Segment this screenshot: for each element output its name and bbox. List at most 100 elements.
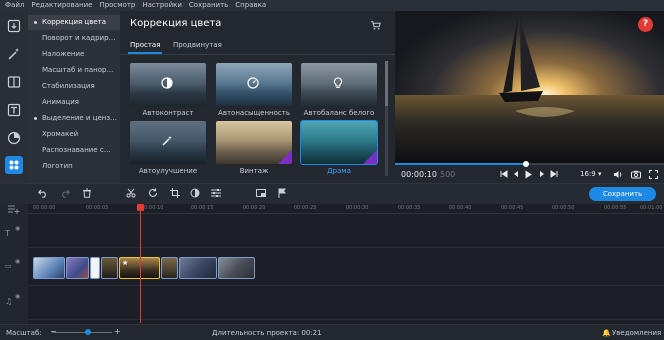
magic-wand-icon bbox=[162, 136, 172, 146]
playback-knob[interactable] bbox=[523, 161, 529, 167]
ruler-tick: 00:01:00 bbox=[640, 205, 663, 211]
save-button[interactable]: Сохранить bbox=[589, 187, 656, 201]
menu-settings[interactable]: Настройки bbox=[142, 0, 182, 11]
menu-edit[interactable]: Редактирование bbox=[31, 0, 92, 11]
prev-frame-icon[interactable] bbox=[512, 170, 520, 178]
skip-end-icon[interactable] bbox=[550, 170, 558, 178]
ruler-tick: 00:00:40 bbox=[449, 205, 472, 211]
notifications-link[interactable]: Уведомления bbox=[612, 329, 661, 337]
tools-list: Коррекция цвета Поворот и кадрир… Наложе… bbox=[28, 11, 147, 183]
cart-icon[interactable] bbox=[371, 21, 381, 30]
rotate-icon[interactable] bbox=[148, 188, 158, 198]
timeline-clip[interactable] bbox=[161, 257, 178, 279]
tab-advanced[interactable]: Продвинутая bbox=[173, 41, 222, 49]
crop-icon[interactable] bbox=[170, 188, 180, 198]
filters-grid-icon[interactable] bbox=[5, 156, 23, 174]
tool-logo[interactable]: Логотип bbox=[28, 159, 120, 174]
timeline-clip[interactable] bbox=[179, 257, 217, 279]
preset-autoenhance[interactable] bbox=[130, 121, 206, 164]
new-dot bbox=[34, 117, 37, 120]
preset-label: Винтаж bbox=[239, 167, 269, 175]
menu-help[interactable]: Справка bbox=[235, 0, 266, 11]
timeline-clip[interactable] bbox=[33, 257, 65, 279]
premium-badge bbox=[278, 150, 292, 164]
tool-rotate-crop[interactable]: Поворот и кадрир… bbox=[28, 31, 120, 46]
ruler-tick: 00:00:15 bbox=[191, 205, 214, 211]
audio-volume-icon[interactable]: ◉ bbox=[15, 293, 20, 300]
current-frames: 500 bbox=[440, 170, 456, 179]
new-dot bbox=[34, 21, 37, 24]
presets-scrollbar[interactable] bbox=[385, 61, 388, 176]
clock-icon[interactable] bbox=[5, 129, 23, 147]
edit-toolbar bbox=[0, 183, 664, 204]
preset-autosaturation[interactable] bbox=[216, 63, 292, 106]
preset-vintage[interactable] bbox=[216, 121, 292, 164]
color-correction-panel: Коррекция цвета Простая Продвинутая Авто… bbox=[120, 11, 395, 183]
menu-view[interactable]: Просмотр bbox=[99, 0, 135, 11]
preset-autowhitebalance[interactable] bbox=[301, 63, 377, 106]
scissors-icon[interactable] bbox=[126, 188, 136, 198]
text-track[interactable] bbox=[28, 222, 664, 248]
video-track-icon: ▭ bbox=[5, 262, 12, 270]
timeline-clip[interactable] bbox=[90, 257, 100, 279]
trash-icon[interactable] bbox=[82, 188, 92, 198]
playhead[interactable] bbox=[140, 205, 141, 323]
undo-icon[interactable] bbox=[38, 188, 48, 198]
text-track-icon: T bbox=[5, 229, 10, 238]
help-button[interactable]: ? bbox=[638, 17, 653, 32]
tool-overlay[interactable]: Наложение bbox=[28, 47, 120, 62]
video-preview[interactable] bbox=[395, 11, 664, 163]
split-icon[interactable] bbox=[5, 73, 23, 91]
ruler-tick: 00:00:20 bbox=[243, 205, 266, 211]
visibility-icon[interactable]: ◉ bbox=[15, 258, 20, 265]
zoom-slider[interactable] bbox=[52, 332, 112, 333]
audio-track[interactable] bbox=[28, 290, 664, 320]
import-icon[interactable] bbox=[5, 17, 23, 35]
fullscreen-icon[interactable] bbox=[649, 170, 658, 179]
redo-icon[interactable] bbox=[60, 188, 70, 198]
next-frame-icon[interactable] bbox=[538, 170, 546, 178]
tool-chroma-key[interactable]: Хромакей bbox=[28, 127, 120, 142]
tool-animation[interactable]: Анимация bbox=[28, 95, 120, 110]
tool-recognition[interactable]: Распознавание с… bbox=[28, 143, 120, 158]
ruler-tick: 00:00:30 bbox=[346, 205, 369, 211]
equalizer-icon[interactable] bbox=[211, 188, 221, 198]
tool-color-correction[interactable]: Коррекция цвета bbox=[28, 15, 120, 30]
preset-label: Драма bbox=[327, 167, 351, 175]
tool-stabilization[interactable]: Стабилизация bbox=[28, 79, 120, 94]
tool-highlight-censor[interactable]: Выделение и ценз… bbox=[28, 111, 120, 126]
timeline-clip[interactable] bbox=[101, 257, 118, 279]
preset-label: Автобаланс белого bbox=[303, 109, 375, 117]
play-icon[interactable] bbox=[524, 170, 533, 179]
saturation-icon bbox=[247, 77, 259, 89]
zoom-in-icon[interactable]: + bbox=[114, 327, 121, 336]
zoom-slider-knob[interactable] bbox=[85, 329, 91, 335]
bell-icon[interactable]: 🔔 bbox=[602, 329, 611, 337]
skip-start-icon[interactable] bbox=[500, 170, 508, 178]
menu-file[interactable]: Файл bbox=[5, 0, 24, 11]
tool-zoom-pan[interactable]: Масштаб и панор… bbox=[28, 63, 120, 78]
preset-autocontrast[interactable] bbox=[130, 63, 206, 106]
tab-simple[interactable]: Простая bbox=[130, 41, 160, 49]
menu-export[interactable]: Сохранить bbox=[189, 0, 228, 11]
music-note-icon: ♫ bbox=[5, 297, 13, 306]
pip-icon[interactable] bbox=[256, 188, 266, 198]
ruler-tick: 00:00:05 bbox=[86, 205, 109, 211]
ruler-tick: 00:00:10 bbox=[141, 205, 164, 211]
ruler-tick: 00:00:50 bbox=[552, 205, 575, 211]
timeline-clip[interactable] bbox=[218, 257, 255, 279]
magic-wand-icon[interactable] bbox=[5, 45, 23, 63]
flag-icon[interactable] bbox=[277, 188, 287, 198]
playback-progress[interactable] bbox=[395, 163, 664, 165]
snapshot-icon[interactable] bbox=[631, 170, 641, 179]
add-track-icon[interactable] bbox=[8, 205, 20, 214]
timeline-clip[interactable] bbox=[66, 257, 89, 279]
aspect-ratio-select[interactable]: 16:9 ▾ bbox=[580, 170, 601, 178]
text-icon[interactable] bbox=[5, 101, 23, 119]
color-adjust-icon[interactable] bbox=[190, 188, 200, 198]
bulb-icon bbox=[333, 77, 343, 88]
visibility-icon[interactable]: ◉ bbox=[15, 225, 20, 232]
playhead-handle[interactable] bbox=[137, 204, 144, 211]
volume-icon[interactable] bbox=[613, 170, 623, 179]
preset-drama[interactable] bbox=[300, 120, 378, 165]
